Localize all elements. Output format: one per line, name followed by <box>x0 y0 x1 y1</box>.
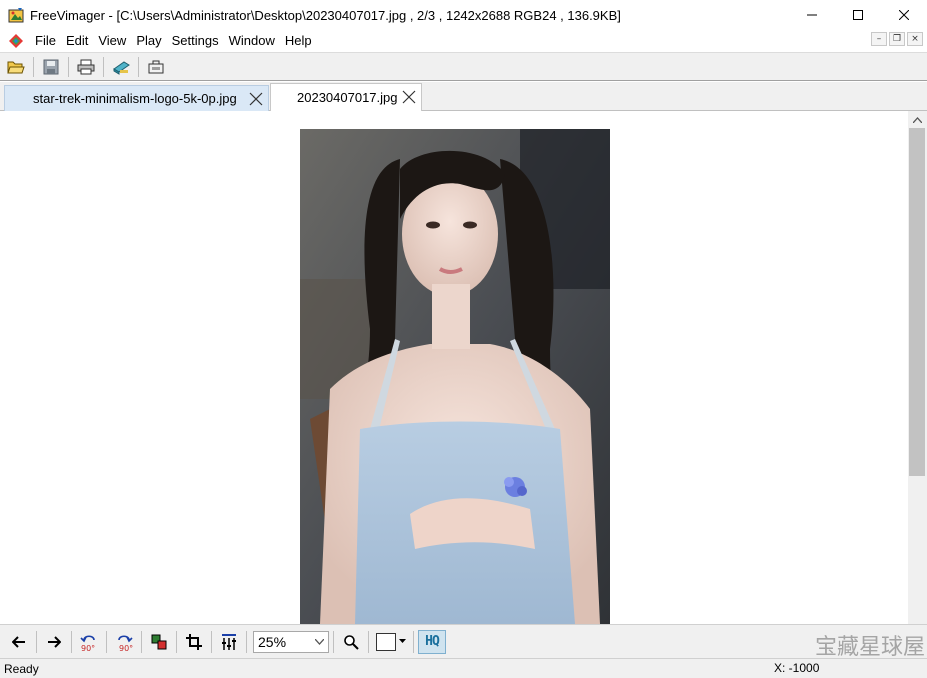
mdi-controls: – ❐ × <box>871 32 923 46</box>
save-button[interactable] <box>39 55 63 79</box>
close-button[interactable] <box>881 0 927 30</box>
print-button[interactable] <box>74 55 98 79</box>
rotate-right-button[interactable]: 90° <box>111 629 137 655</box>
menu-bar: File Edit View Play Settings Window Help <box>0 30 927 52</box>
menu-settings[interactable]: Settings <box>167 30 224 52</box>
toolbar-separator <box>138 56 139 77</box>
menu-help[interactable]: Help <box>280 30 317 52</box>
image-viewport[interactable] <box>0 111 908 624</box>
menu-view[interactable]: View <box>93 30 131 52</box>
toolbar-separator <box>68 56 69 77</box>
zoom-tool-button[interactable] <box>338 629 364 655</box>
resize-button[interactable] <box>146 629 172 655</box>
window-title: FreeVimager - [C:\Users\Administrator\De… <box>30 7 621 23</box>
chevron-down-icon <box>399 639 406 643</box>
close-icon[interactable] <box>401 89 417 105</box>
open-button[interactable] <box>4 55 28 79</box>
navigation-toolbar: 90° 90° 25% HQ 宝藏星球屋 <box>0 624 927 660</box>
magnifier-icon <box>344 634 359 650</box>
rotate-left-button[interactable]: 90° <box>76 629 102 655</box>
toolbar-separator <box>368 630 369 653</box>
mdi-close-button[interactable]: × <box>907 32 923 46</box>
svg-text:90°: 90° <box>119 644 133 652</box>
toolbar-separator <box>71 630 72 653</box>
toolbar-separator <box>246 630 247 653</box>
toolbar-separator <box>103 56 104 77</box>
scan-button[interactable] <box>109 55 133 79</box>
rotate-cw-icon: 90° <box>118 634 133 652</box>
menu-edit[interactable]: Edit <box>61 30 93 52</box>
displayed-photo <box>300 129 610 624</box>
zoom-value: 25% <box>258 633 287 650</box>
toolbar-separator <box>106 630 107 653</box>
rotate-ccw-icon: 90° <box>80 634 95 652</box>
tab-label: star-trek-minimalism-logo-5k-0p.jpg <box>33 91 237 106</box>
menu-window[interactable]: Window <box>224 30 280 52</box>
capture-button[interactable] <box>144 55 168 79</box>
tab-star-trek[interactable]: star-trek-minimalism-logo-5k-0p.jpg <box>4 85 269 111</box>
cursor-coordinates: X: -1000 <box>774 661 820 675</box>
next-button[interactable] <box>41 629 67 655</box>
minimize-button[interactable] <box>789 0 835 30</box>
status-bar: Ready X: -1000 <box>0 658 927 678</box>
svg-text:90°: 90° <box>81 644 95 652</box>
arrow-right-icon <box>48 635 61 648</box>
chevron-down-icon <box>315 638 324 645</box>
tab-label: 20230407017.jpg <box>297 90 398 105</box>
resize-icon <box>151 634 167 649</box>
toolbar-separator <box>33 56 34 77</box>
chevron-up-icon <box>913 116 922 123</box>
title-bar: FreeVimager - [C:\Users\Administrator\De… <box>0 0 927 30</box>
main-toolbar <box>0 52 927 81</box>
toolbar-separator <box>176 630 177 653</box>
arrow-left-icon <box>12 635 25 648</box>
background-color-button[interactable] <box>373 629 409 655</box>
crop-button[interactable] <box>181 629 207 655</box>
scrollbar-thumb[interactable] <box>909 128 925 476</box>
scan-icon <box>113 60 130 75</box>
sliders-icon <box>222 633 236 650</box>
toolbar-separator <box>141 630 142 653</box>
print-icon <box>77 59 95 74</box>
toolbar-separator <box>413 630 414 653</box>
crop-icon <box>186 633 202 650</box>
maximize-button[interactable] <box>835 0 881 30</box>
document-tabs: star-trek-minimalism-logo-5k-0p.jpg 2023… <box>0 82 927 111</box>
background-color-swatch <box>376 632 396 651</box>
capture-icon <box>148 60 164 73</box>
adjust-button[interactable] <box>216 629 242 655</box>
zoom-combobox[interactable]: 25% <box>253 630 329 653</box>
toolbar-separator <box>211 630 212 653</box>
open-folder-icon <box>7 61 25 73</box>
menu-file[interactable]: File <box>30 30 61 52</box>
minimize-icon <box>807 14 817 16</box>
previous-button[interactable] <box>6 629 32 655</box>
toolbar-separator <box>333 630 334 653</box>
mdi-minimize-button[interactable]: – <box>871 32 887 46</box>
maximize-icon <box>853 10 863 20</box>
vertical-scrollbar[interactable] <box>908 111 927 624</box>
document-icon[interactable] <box>8 33 24 49</box>
tab-20230407017[interactable]: 20230407017.jpg <box>270 83 422 111</box>
app-logo-icon <box>8 8 24 23</box>
mdi-restore-button[interactable]: ❐ <box>889 32 905 46</box>
toolbar-separator <box>36 630 37 653</box>
save-icon <box>43 59 59 74</box>
status-text: Ready <box>4 661 39 676</box>
close-icon[interactable] <box>248 91 264 107</box>
scroll-up-button[interactable] <box>908 111 927 128</box>
high-quality-toggle[interactable]: HQ <box>418 629 446 654</box>
watermark: 宝藏星球屋 <box>814 635 925 660</box>
close-icon <box>899 10 909 20</box>
menu-play[interactable]: Play <box>131 30 166 52</box>
